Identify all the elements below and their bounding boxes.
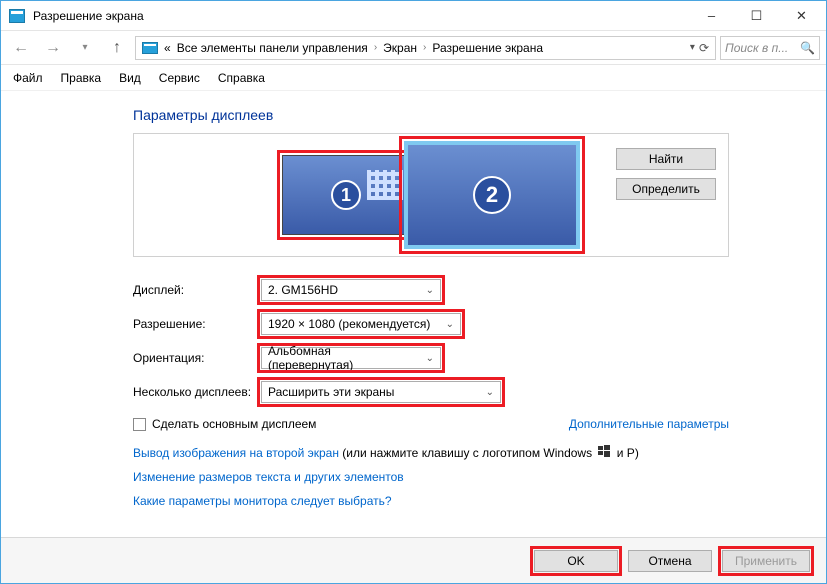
multi-display-label: Несколько дисплеев: (133, 385, 261, 399)
resolution-select[interactable]: 1920 × 1080 (рекомендуется) ⌄ (261, 313, 461, 335)
control-panel-icon (142, 42, 158, 54)
search-icon: 🔍 (800, 41, 815, 55)
refresh-icon[interactable]: ⟳ (699, 41, 709, 55)
orientation-select[interactable]: Альбомная (перевернутая) ⌄ (261, 347, 441, 369)
menu-edit[interactable]: Правка (61, 71, 102, 85)
chevron-down-icon: ⌄ (418, 353, 434, 364)
monitor-number-1: 1 (331, 180, 361, 210)
search-input[interactable]: Поиск в п... 🔍 (720, 36, 820, 60)
forward-button[interactable]: → (39, 35, 67, 61)
ok-button[interactable]: OK (534, 550, 618, 572)
orientation-label: Ориентация: (133, 351, 261, 365)
chevron-right-icon: › (423, 42, 426, 53)
display-select[interactable]: 2. GM156HD ⌄ (261, 279, 441, 301)
chevron-right-icon: › (374, 42, 377, 53)
multi-display-select[interactable]: Расширить эти экраны ⌄ (261, 381, 501, 403)
breadcrumb-item[interactable]: Все элементы панели управления (177, 41, 368, 55)
content-area: Параметры дисплеев 1 2 Найти Определить … (1, 91, 826, 520)
display-select-value: 2. GM156HD (268, 283, 338, 297)
orientation-select-value: Альбомная (перевернутая) (268, 344, 418, 372)
make-main-display-row: Сделать основным дисплеем Дополнительные… (133, 417, 729, 431)
up-button[interactable]: ↑ (103, 35, 131, 61)
chevron-down-icon[interactable]: ▾ (690, 42, 695, 53)
menu-view[interactable]: Вид (119, 71, 141, 85)
menubar: Файл Правка Вид Сервис Справка (1, 65, 826, 91)
chevron-down-icon: ⌄ (418, 285, 434, 296)
display-side-buttons: Найти Определить (616, 148, 716, 200)
monitor-thumbnail-icon (367, 170, 403, 200)
menu-service[interactable]: Сервис (159, 71, 200, 85)
make-main-checkbox[interactable] (133, 418, 146, 431)
back-button[interactable]: ← (7, 35, 35, 61)
apply-button[interactable]: Применить (722, 550, 810, 572)
chevron-down-icon: ⌄ (438, 319, 454, 330)
window-title: Разрешение экрана (33, 9, 689, 23)
find-button[interactable]: Найти (616, 148, 716, 170)
menu-help[interactable]: Справка (218, 71, 265, 85)
monitor-1[interactable]: 1 (282, 155, 410, 235)
maximize-button[interactable]: ☐ (734, 2, 779, 30)
resolution-label: Разрешение: (133, 317, 261, 331)
monitor-2[interactable]: 2 (404, 141, 580, 249)
help-links: Вывод изображения на второй экран (или н… (133, 445, 733, 508)
dropdown-history[interactable]: ▾ (71, 35, 99, 61)
titlebar: Разрешение экрана – ☐ ✕ (1, 1, 826, 31)
project-to-second-link[interactable]: Вывод изображения на второй экран (133, 446, 339, 460)
project-rest-text: (или нажмите клавишу с логотипом Windows (339, 446, 595, 460)
text-scaling-link[interactable]: Изменение размеров текста и других элеме… (133, 470, 404, 484)
settings-form: Дисплей: 2. GM156HD ⌄ Разрешение: 1920 ×… (133, 275, 806, 407)
chevron-down-icon: ⌄ (478, 387, 494, 398)
windows-logo-icon (598, 445, 610, 457)
identify-button[interactable]: Определить (616, 178, 716, 200)
dialog-footer: OK Отмена Применить (1, 537, 826, 583)
make-main-label: Сделать основным дисплеем (152, 417, 316, 431)
breadcrumb-prefix: « (164, 41, 171, 55)
address-bar[interactable]: « Все элементы панели управления › Экран… (135, 36, 716, 60)
window-controls: – ☐ ✕ (689, 2, 824, 30)
which-monitor-link[interactable]: Какие параметры монитора следует выбрать… (133, 494, 392, 508)
navbar: ← → ▾ ↑ « Все элементы панели управления… (1, 31, 826, 65)
project-tail-text: и P) (613, 446, 638, 460)
minimize-button[interactable]: – (689, 2, 734, 30)
close-button[interactable]: ✕ (779, 2, 824, 30)
app-icon (9, 9, 25, 23)
project-line: Вывод изображения на второй экран (или н… (133, 445, 733, 460)
cancel-button[interactable]: Отмена (628, 550, 712, 572)
breadcrumb-item[interactable]: Разрешение экрана (432, 41, 543, 55)
page-title: Параметры дисплеев (133, 107, 806, 123)
breadcrumb-item[interactable]: Экран (383, 41, 417, 55)
menu-file[interactable]: Файл (13, 71, 43, 85)
multi-display-select-value: Расширить эти экраны (268, 385, 394, 399)
display-preview-panel: 1 2 Найти Определить (133, 133, 729, 257)
monitor-number-2: 2 (473, 176, 511, 214)
search-placeholder: Поиск в п... (725, 41, 788, 55)
resolution-select-value: 1920 × 1080 (рекомендуется) (268, 317, 430, 331)
display-label: Дисплей: (133, 283, 261, 297)
advanced-settings-link[interactable]: Дополнительные параметры (569, 417, 729, 431)
